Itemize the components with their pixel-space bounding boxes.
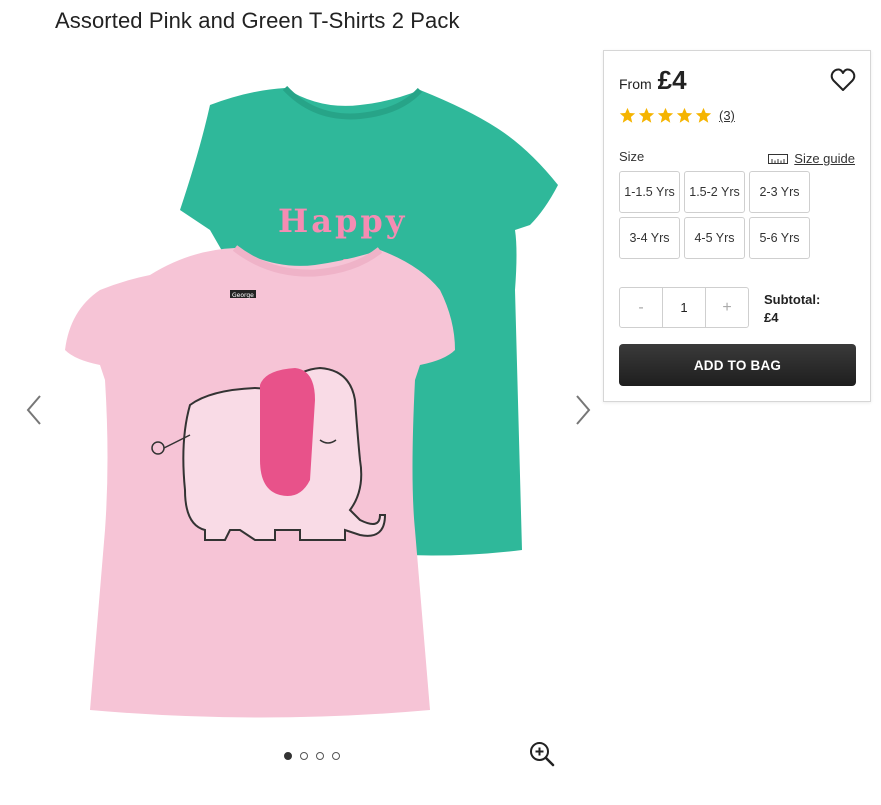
zoom-in-icon[interactable]	[528, 740, 556, 768]
quantity-input[interactable]: 1	[662, 288, 706, 327]
purchase-panel: From £4 (3) Size Size guide 1-1.5 Yrs 1.…	[603, 50, 871, 402]
rating: (3)	[619, 107, 735, 124]
size-options: 1-1.5 Yrs 1.5-2 Yrs 2-3 Yrs 3-4 Yrs 4-5 …	[619, 171, 810, 259]
subtotal-value: £4	[764, 310, 779, 325]
pink-tshirt: George	[65, 245, 455, 718]
star-icon	[638, 107, 655, 123]
gallery-next-button[interactable]	[571, 392, 595, 428]
heart-icon[interactable]	[830, 67, 856, 93]
quantity-increase-button[interactable]: +	[706, 288, 748, 327]
size-option[interactable]: 1-1.5 Yrs	[619, 171, 680, 213]
brand-label: George	[232, 292, 254, 299]
price-value: £4	[657, 65, 687, 95]
star-icon	[676, 107, 693, 123]
product-gallery: Happy d re George	[0, 40, 600, 805]
quantity-stepper: - 1 +	[619, 287, 749, 328]
add-to-bag-button[interactable]: ADD TO BAG	[619, 344, 856, 386]
price-row: From £4	[619, 65, 687, 96]
green-shirt-text: Happy	[278, 202, 407, 240]
product-title: Assorted Pink and Green T-Shirts 2 Pack	[55, 8, 460, 33]
star-icon	[619, 107, 636, 123]
gallery-pagination	[284, 752, 340, 760]
size-option[interactable]: 2-3 Yrs	[749, 171, 810, 213]
gallery-prev-button[interactable]	[22, 392, 46, 428]
star-icon	[695, 107, 712, 123]
star-icon	[657, 107, 674, 123]
product-image[interactable]: Happy d re George	[60, 60, 580, 750]
ruler-icon	[768, 153, 789, 164]
price-from-label: From	[619, 76, 652, 92]
size-option[interactable]: 3-4 Yrs	[619, 217, 680, 259]
size-option[interactable]: 1.5-2 Yrs	[684, 171, 745, 213]
subtotal: Subtotal: £4	[764, 291, 820, 327]
size-option[interactable]: 5-6 Yrs	[749, 217, 810, 259]
size-guide-link[interactable]: Size guide	[768, 151, 855, 166]
size-label: Size	[619, 149, 645, 164]
gallery-dot-1[interactable]	[284, 752, 292, 760]
gallery-dot-3[interactable]	[316, 752, 324, 760]
subtotal-label: Subtotal:	[764, 292, 821, 307]
gallery-dot-4[interactable]	[332, 752, 340, 760]
size-option[interactable]: 4-5 Yrs	[684, 217, 745, 259]
quantity-decrease-button[interactable]: -	[620, 288, 662, 327]
review-count-link[interactable]: (3)	[719, 108, 735, 123]
gallery-dot-2[interactable]	[300, 752, 308, 760]
size-guide-label: Size guide	[794, 151, 855, 166]
